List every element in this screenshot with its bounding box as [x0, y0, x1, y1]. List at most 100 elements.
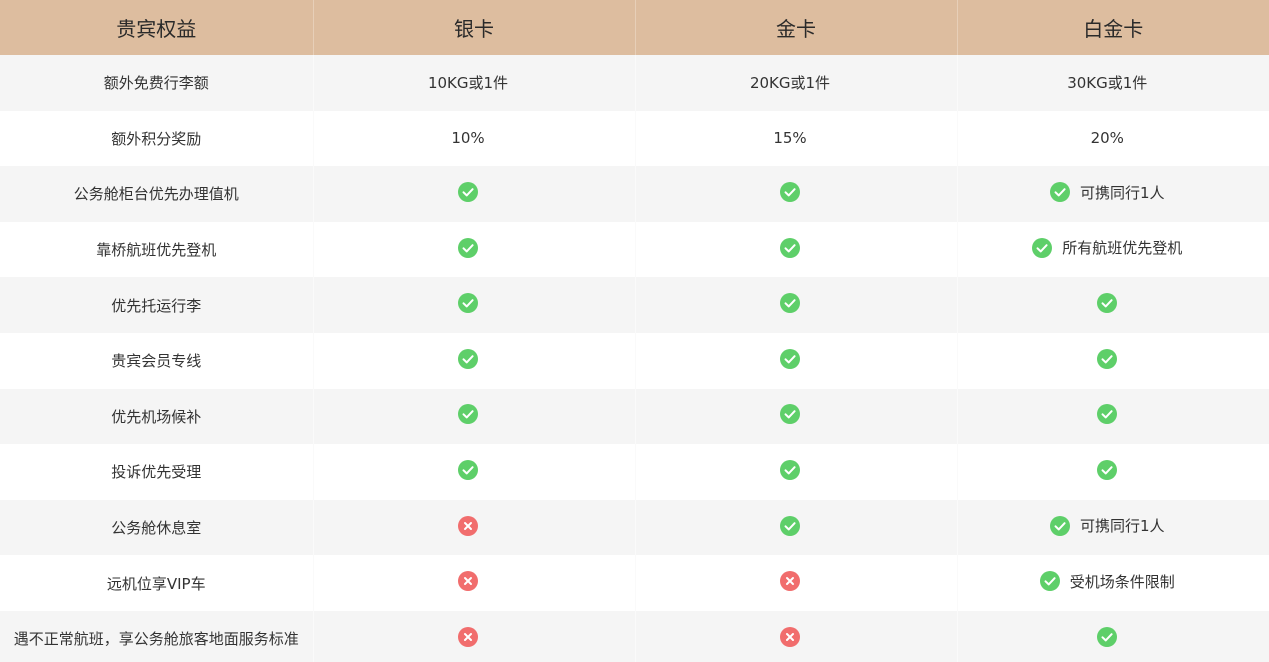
table-row: 遇不正常航班，享公务舱旅客地面服务标准 — [0, 610, 1269, 662]
tier-gold-cell — [634, 277, 957, 333]
check-icon — [458, 181, 478, 202]
tier-gold-cell — [634, 555, 957, 611]
tier-platinum-cell — [956, 444, 1269, 500]
availability-indicator: 受机场条件限制 — [1039, 571, 1175, 592]
benefit-name: 靠桥航班优先登机 — [0, 221, 313, 278]
availability-indicator — [458, 293, 478, 314]
tier-silver-cell — [312, 610, 635, 662]
check-icon — [458, 459, 478, 480]
availability-indicator — [780, 293, 800, 314]
benefit-name: 投诉优先受理 — [0, 444, 313, 500]
availability-indicator: 可携同行1人 — [1049, 515, 1165, 536]
tier-gold-cell — [634, 332, 957, 389]
benefit-note: 可携同行1人 — [1079, 517, 1165, 536]
tier-platinum-cell: 所有航班优先登机 — [956, 221, 1269, 278]
availability-indicator — [458, 459, 478, 480]
check-icon — [1097, 404, 1118, 425]
header-row: 贵宾权益 银卡 金卡 白金卡 — [0, 0, 1269, 55]
benefit-value: 20% — [1090, 129, 1124, 148]
table-row: 投诉优先受理 — [0, 444, 1269, 500]
benefit-value: 20KG或1件 — [749, 74, 831, 93]
availability-indicator — [458, 571, 478, 592]
tier-platinum-cell: 可携同行1人 — [956, 499, 1269, 556]
check-icon — [458, 293, 478, 314]
benefit-name: 额外免费行李额 — [0, 55, 313, 111]
tier-platinum-cell: 受机场条件限制 — [956, 555, 1269, 611]
header-tier-platinum: 白金卡 — [956, 0, 1269, 55]
tier-gold-cell — [634, 388, 957, 445]
benefit-name: 公务舱休息室 — [0, 499, 313, 556]
availability-indicator — [458, 237, 478, 258]
table-row: 贵宾会员专线 — [0, 332, 1269, 389]
cross-icon — [458, 571, 478, 592]
availability-indicator — [780, 404, 800, 425]
header-benefit: 贵宾权益 — [0, 0, 313, 55]
cross-icon — [458, 626, 478, 647]
benefit-name: 优先机场候补 — [0, 388, 313, 445]
tier-platinum-cell — [956, 332, 1269, 389]
check-icon — [780, 459, 800, 480]
availability-indicator — [1097, 348, 1118, 369]
benefit-note: 受机场条件限制 — [1069, 572, 1175, 591]
availability-indicator: 所有航班优先登机 — [1032, 237, 1182, 258]
tier-silver-cell: 10% — [312, 110, 635, 167]
benefit-value: 15% — [773, 129, 807, 148]
table-header: 贵宾权益 银卡 金卡 白金卡 — [0, 0, 1269, 55]
benefits-comparison-table: 贵宾权益 银卡 金卡 白金卡 额外免费行李额 10KG或1件 20KG或1件 30KG… — [0, 0, 1269, 662]
table-row: 公务舱柜台优先办理值机 可携同行1人 — [0, 166, 1269, 222]
check-icon — [1049, 182, 1070, 203]
availability-indicator — [1097, 404, 1118, 425]
tier-silver-cell — [312, 332, 635, 389]
availability-indicator — [780, 626, 800, 647]
availability-indicator — [458, 181, 478, 202]
tier-platinum-cell: 20% — [956, 110, 1269, 167]
check-icon — [1097, 293, 1118, 314]
benefit-name: 优先托运行李 — [0, 277, 313, 333]
check-icon — [780, 293, 800, 314]
table-row: 优先托运行李 — [0, 277, 1269, 333]
check-icon — [1097, 348, 1118, 369]
check-icon — [458, 404, 478, 425]
tier-silver-cell — [312, 388, 635, 445]
tier-gold-cell — [634, 610, 957, 662]
benefit-value: 10% — [451, 129, 485, 148]
tier-gold-cell: 20KG或1件 — [634, 55, 957, 111]
availability-indicator — [780, 181, 800, 202]
header-tier-gold: 金卡 — [634, 0, 957, 55]
availability-indicator — [458, 348, 478, 369]
availability-indicator — [780, 237, 800, 258]
table-row: 额外积分奖励 10% 15% 20% — [0, 110, 1269, 167]
benefit-name: 贵宾会员专线 — [0, 332, 313, 389]
benefit-note: 所有航班优先登机 — [1062, 239, 1183, 258]
tier-platinum-cell: 可携同行1人 — [956, 166, 1269, 222]
availability-indicator — [458, 626, 478, 647]
cross-icon — [458, 515, 478, 536]
check-icon — [780, 348, 800, 369]
tier-silver-cell — [312, 221, 635, 278]
tier-platinum-cell — [956, 610, 1269, 662]
check-icon — [1097, 459, 1118, 480]
availability-indicator — [1097, 459, 1118, 480]
tier-silver-cell — [312, 499, 635, 556]
check-icon — [1097, 626, 1118, 647]
check-icon — [458, 348, 478, 369]
tier-silver-cell — [312, 444, 635, 500]
check-icon — [780, 237, 800, 258]
tier-gold-cell — [634, 221, 957, 278]
check-icon — [780, 181, 800, 202]
cross-icon — [780, 571, 800, 592]
tier-platinum-cell: 30KG或1件 — [956, 55, 1269, 111]
check-icon — [1032, 237, 1053, 258]
tier-platinum-cell — [956, 277, 1269, 333]
availability-indicator — [780, 515, 800, 536]
availability-indicator — [780, 348, 800, 369]
availability-indicator — [458, 404, 478, 425]
benefit-name: 遇不正常航班，享公务舱旅客地面服务标准 — [0, 610, 313, 662]
availability-indicator — [780, 459, 800, 480]
tier-gold-cell — [634, 444, 957, 500]
header-tier-silver: 银卡 — [312, 0, 635, 55]
check-icon — [1039, 571, 1060, 592]
table-row: 优先机场候补 — [0, 388, 1269, 445]
cross-icon — [780, 626, 800, 647]
table-row: 远机位享VIP车 受机场条件限制 — [0, 555, 1269, 611]
